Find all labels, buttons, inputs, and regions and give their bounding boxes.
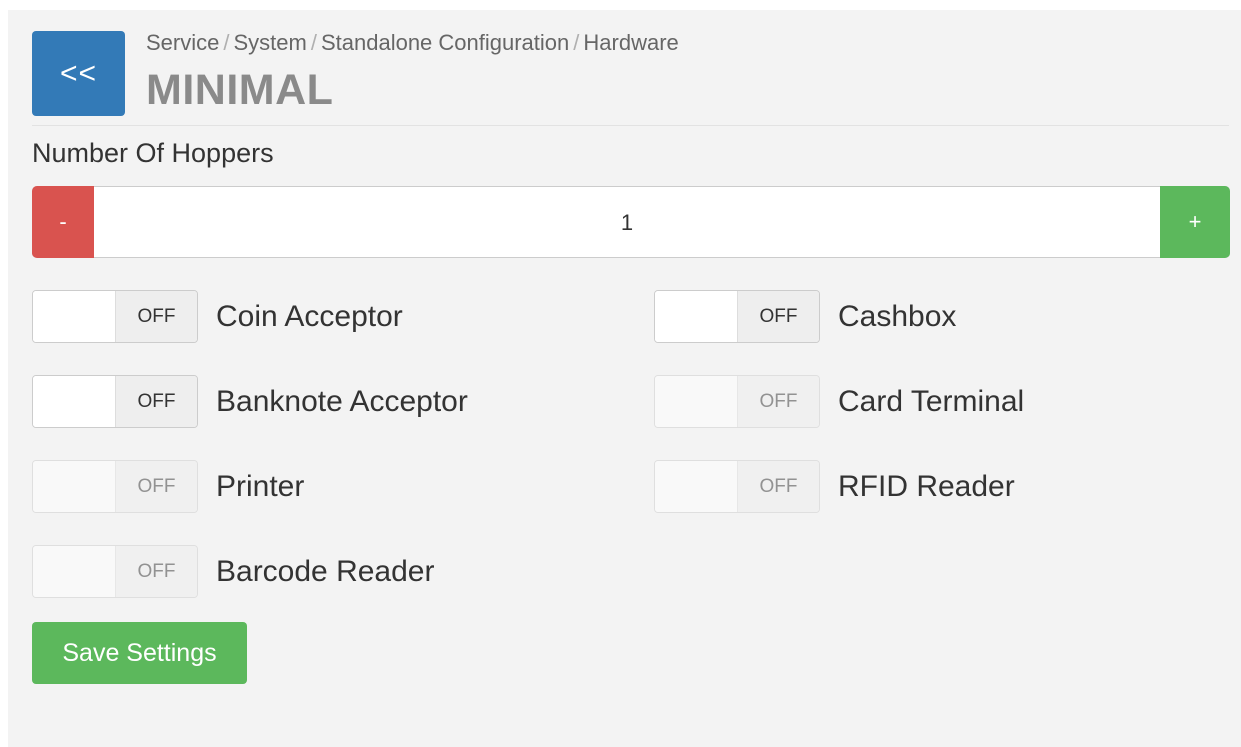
hardware-panel: << Service / System / Standalone Configurati… (8, 10, 1241, 747)
switch-off-label: OFF (737, 461, 819, 512)
switch-knob (655, 376, 737, 427)
breadcrumb-separator: / (573, 30, 580, 55)
toggle-row-printer: OFF Printer (32, 460, 304, 513)
toggle-row-card-terminal: OFF Card Terminal (654, 375, 1024, 428)
toggle-row-rfid-reader: OFF RFID Reader (654, 460, 1015, 513)
coin-acceptor-switch[interactable]: OFF (32, 290, 198, 343)
banknote-acceptor-label: Banknote Acceptor (216, 384, 468, 418)
switch-off-label: OFF (115, 291, 197, 342)
breadcrumb-separator: / (310, 30, 317, 55)
breadcrumb-item-standalone-configuration[interactable]: Standalone Configuration (321, 30, 569, 55)
increment-button[interactable]: + (1160, 186, 1230, 258)
banknote-acceptor-switch[interactable]: OFF (32, 375, 198, 428)
cashbox-switch[interactable]: OFF (654, 290, 820, 343)
breadcrumb-item-system[interactable]: System (233, 30, 306, 55)
rfid-reader-switch[interactable]: OFF (654, 460, 820, 513)
breadcrumb-item-hardware: Hardware (583, 30, 679, 55)
breadcrumb-separator: / (223, 30, 230, 55)
switch-off-label: OFF (115, 461, 197, 512)
breadcrumb: Service / System / Standalone Configuration /… (146, 30, 679, 56)
toggle-row-coin-acceptor: OFF Coin Acceptor (32, 290, 403, 343)
rfid-reader-label: RFID Reader (838, 469, 1015, 503)
decrement-button[interactable]: - (32, 186, 94, 258)
switch-knob (655, 291, 737, 342)
switch-knob (33, 291, 115, 342)
switch-knob (33, 376, 115, 427)
barcode-reader-switch[interactable]: OFF (32, 545, 198, 598)
switch-knob (655, 461, 737, 512)
save-settings-button[interactable]: Save Settings (32, 622, 247, 684)
toggle-row-banknote-acceptor: OFF Banknote Acceptor (32, 375, 468, 428)
hoppers-label: Number Of Hoppers (32, 138, 274, 168)
toggle-row-cashbox: OFF Cashbox (654, 290, 956, 343)
back-button[interactable]: << (32, 31, 125, 116)
page-title: MINIMAL (146, 66, 334, 114)
breadcrumb-item-service[interactable]: Service (146, 30, 219, 55)
card-terminal-label: Card Terminal (838, 384, 1025, 418)
switch-off-label: OFF (115, 376, 197, 427)
card-terminal-switch[interactable]: OFF (654, 375, 820, 428)
coin-acceptor-label: Coin Acceptor (216, 299, 403, 333)
hoppers-stepper: - + (32, 186, 1230, 259)
switch-off-label: OFF (737, 291, 819, 342)
toggle-row-barcode-reader: OFF Barcode Reader (32, 545, 434, 598)
printer-label: Printer (216, 469, 305, 503)
hoppers-input[interactable] (94, 187, 1160, 259)
switch-off-label: OFF (737, 376, 819, 427)
switch-knob (33, 546, 115, 597)
switch-knob (33, 461, 115, 512)
cashbox-label: Cashbox (838, 299, 957, 333)
printer-switch[interactable]: OFF (32, 460, 198, 513)
header-divider (32, 125, 1229, 126)
switch-off-label: OFF (115, 546, 197, 597)
barcode-reader-label: Barcode Reader (216, 554, 435, 588)
